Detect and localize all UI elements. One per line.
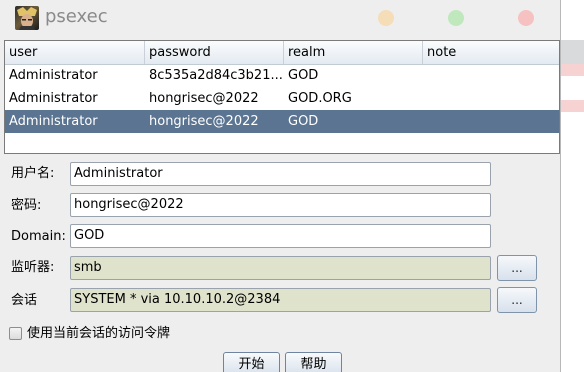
- window-title: psexec: [45, 6, 108, 27]
- close-icon[interactable]: [518, 10, 534, 26]
- title-bar[interactable]: psexec: [0, 0, 560, 38]
- cell-note: [423, 110, 559, 133]
- app-icon: [15, 6, 39, 30]
- cell-note: [423, 64, 559, 87]
- column-header-user[interactable]: user: [5, 41, 145, 64]
- help-button[interactable]: 帮助: [285, 352, 342, 372]
- cell-user: Administrator: [9, 68, 98, 83]
- background-window-strip: [561, 0, 584, 372]
- domain-label: Domain:: [11, 229, 66, 244]
- cell-realm: GOD: [288, 114, 319, 129]
- password-field[interactable]: hongrisec@2022: [70, 193, 491, 217]
- cell-user: Administrator: [9, 114, 98, 129]
- psexec-dialog: psexec user password realm note Administ…: [0, 0, 561, 372]
- listener-field: smb: [70, 256, 491, 280]
- credentials-table[interactable]: user password realm note Administrator 8…: [4, 40, 560, 154]
- cell-password: 8c535a2d84c3b21...: [149, 68, 283, 83]
- column-header-password[interactable]: password: [145, 41, 284, 64]
- column-header-realm[interactable]: realm: [284, 41, 423, 64]
- cell-note: [423, 87, 559, 110]
- column-header-note[interactable]: note: [423, 41, 559, 64]
- listener-label: 监听器:: [11, 260, 55, 275]
- cell-realm: GOD.ORG: [288, 91, 352, 106]
- use-token-label[interactable]: 使用当前会话的访问令牌: [27, 324, 170, 344]
- table-row[interactable]: Administrator hongrisec@2022 GOD.ORG: [5, 87, 559, 110]
- start-button[interactable]: 开始: [223, 352, 280, 372]
- listener-browse-button[interactable]: ...: [497, 255, 537, 281]
- background-strip-highlight-2: [561, 100, 584, 112]
- session-browse-button[interactable]: ...: [497, 287, 537, 313]
- use-token-checkbox[interactable]: [9, 327, 22, 340]
- maximize-icon[interactable]: [448, 10, 464, 26]
- cell-password: hongrisec@2022: [149, 114, 259, 129]
- background-strip-highlight-1: [561, 64, 584, 76]
- domain-field[interactable]: GOD: [70, 224, 491, 248]
- session-label: 会话: [11, 293, 38, 308]
- session-field: SYSTEM * via 10.10.10.2@2384: [70, 288, 491, 312]
- username-label: 用户名:: [11, 166, 55, 181]
- minimize-icon[interactable]: [378, 10, 394, 26]
- cell-user: Administrator: [9, 91, 98, 106]
- username-field[interactable]: Administrator: [70, 162, 491, 186]
- table-row-selected[interactable]: Administrator hongrisec@2022 GOD: [5, 110, 559, 133]
- cell-realm: GOD: [288, 68, 319, 83]
- background-strip-header: [561, 40, 584, 64]
- password-label: 密码:: [11, 198, 42, 213]
- table-row[interactable]: Administrator 8c535a2d84c3b21... GOD: [5, 64, 559, 87]
- table-header: user password realm note: [5, 41, 559, 65]
- cell-password: hongrisec@2022: [149, 91, 259, 106]
